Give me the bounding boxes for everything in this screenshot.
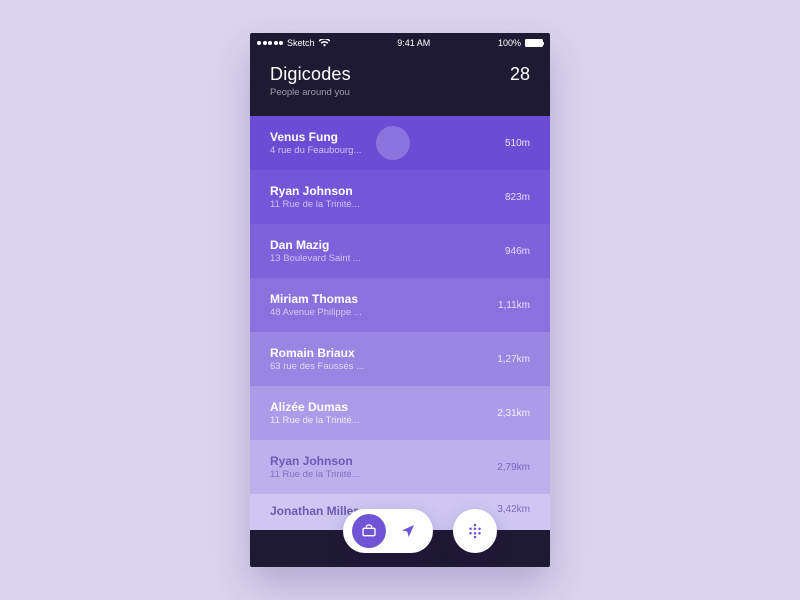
list-item[interactable]: Miriam Thomas48 Avenue Philippe ... 1,11k… xyxy=(250,278,550,332)
person-name: Miriam Thomas xyxy=(270,292,362,306)
person-address: 11 Rue de la Trinité... xyxy=(270,415,360,426)
page-subtitle: People around you xyxy=(270,87,351,98)
list-mode-button[interactable] xyxy=(352,514,386,548)
person-address: 63 rue des Faussés ... xyxy=(270,361,364,372)
person-distance: 946m xyxy=(505,246,530,257)
wifi-icon xyxy=(319,39,330,47)
person-name: Ryan Johnson xyxy=(270,184,360,198)
list-item[interactable]: Ryan Johnson11 Rue de la Trinité... 2,79k… xyxy=(250,440,550,494)
person-name: Dan Mazig xyxy=(270,238,361,252)
briefcase-icon xyxy=(361,523,377,539)
person-distance: 1,27km xyxy=(497,354,530,365)
status-bar: Sketch 9:41 AM 100% xyxy=(250,33,550,50)
list-item[interactable]: Romain Briaux63 rue des Faussés ... 1,27k… xyxy=(250,332,550,386)
person-address: 13 Boulevard Saint ... xyxy=(270,253,361,264)
battery-percent: 100% xyxy=(498,38,521,48)
list-item-left: Miriam Thomas48 Avenue Philippe ... xyxy=(270,292,362,318)
header-count: 28 xyxy=(510,64,530,85)
person-distance: 510m xyxy=(505,138,530,149)
header-text: Digicodes People around you xyxy=(270,64,351,98)
mode-toggle[interactable] xyxy=(343,509,433,553)
keypad-button[interactable] xyxy=(453,509,497,553)
person-address: 48 Avenue Philippe ... xyxy=(270,307,362,318)
status-left: Sketch xyxy=(257,38,330,48)
list-item-left: Ryan Johnson11 Rue de la Trinité... xyxy=(270,184,360,210)
keypad-icon xyxy=(466,522,484,540)
person-name: Venus Fung xyxy=(270,130,361,144)
people-list[interactable]: Venus Fung4 rue du Feaubourg... 510m Ryan … xyxy=(250,116,550,530)
bottom-controls xyxy=(250,509,550,553)
person-address: 11 Rue de la Trinité... xyxy=(270,199,360,210)
list-item-left: Alizée Dumas11 Rue de la Trinité... xyxy=(270,400,360,426)
list-item-left: Dan Mazig13 Boulevard Saint ... xyxy=(270,238,361,264)
list-item-left: Ryan Johnson11 Rue de la Trinité... xyxy=(270,454,360,480)
battery-icon xyxy=(525,39,543,47)
header: Digicodes People around you 28 xyxy=(250,50,550,116)
carrier-label: Sketch xyxy=(287,38,315,48)
status-right: 100% xyxy=(498,38,543,48)
person-distance: 1,11km xyxy=(498,300,530,311)
navigate-mode-button[interactable] xyxy=(391,514,425,548)
status-time: 9:41 AM xyxy=(397,38,430,48)
page-title: Digicodes xyxy=(270,64,351,85)
phone-frame: Sketch 9:41 AM 100% Digicodes People aro… xyxy=(250,33,550,567)
signal-dots-icon xyxy=(257,41,283,45)
person-distance: 2,31km xyxy=(497,408,530,419)
list-item-left: Venus Fung4 rue du Feaubourg... xyxy=(270,130,361,156)
person-name: Romain Briaux xyxy=(270,346,364,360)
person-distance: 2,79km xyxy=(497,462,530,473)
person-address: 4 rue du Feaubourg... xyxy=(270,145,361,156)
list-item[interactable]: Ryan Johnson11 Rue de la Trinité... 823m xyxy=(250,170,550,224)
person-address: 11 Rue de la Trinité... xyxy=(270,469,360,480)
list-item[interactable]: Dan Mazig13 Boulevard Saint ... 946m xyxy=(250,224,550,278)
list-item[interactable]: Venus Fung4 rue du Feaubourg... 510m xyxy=(250,116,550,170)
list-item-left: Romain Briaux63 rue des Faussés ... xyxy=(270,346,364,372)
person-name: Ryan Johnson xyxy=(270,454,360,468)
person-distance: 823m xyxy=(505,192,530,203)
list-item[interactable]: Alizée Dumas11 Rue de la Trinité... 2,31k… xyxy=(250,386,550,440)
navigation-icon xyxy=(400,523,416,539)
person-name: Alizée Dumas xyxy=(270,400,360,414)
